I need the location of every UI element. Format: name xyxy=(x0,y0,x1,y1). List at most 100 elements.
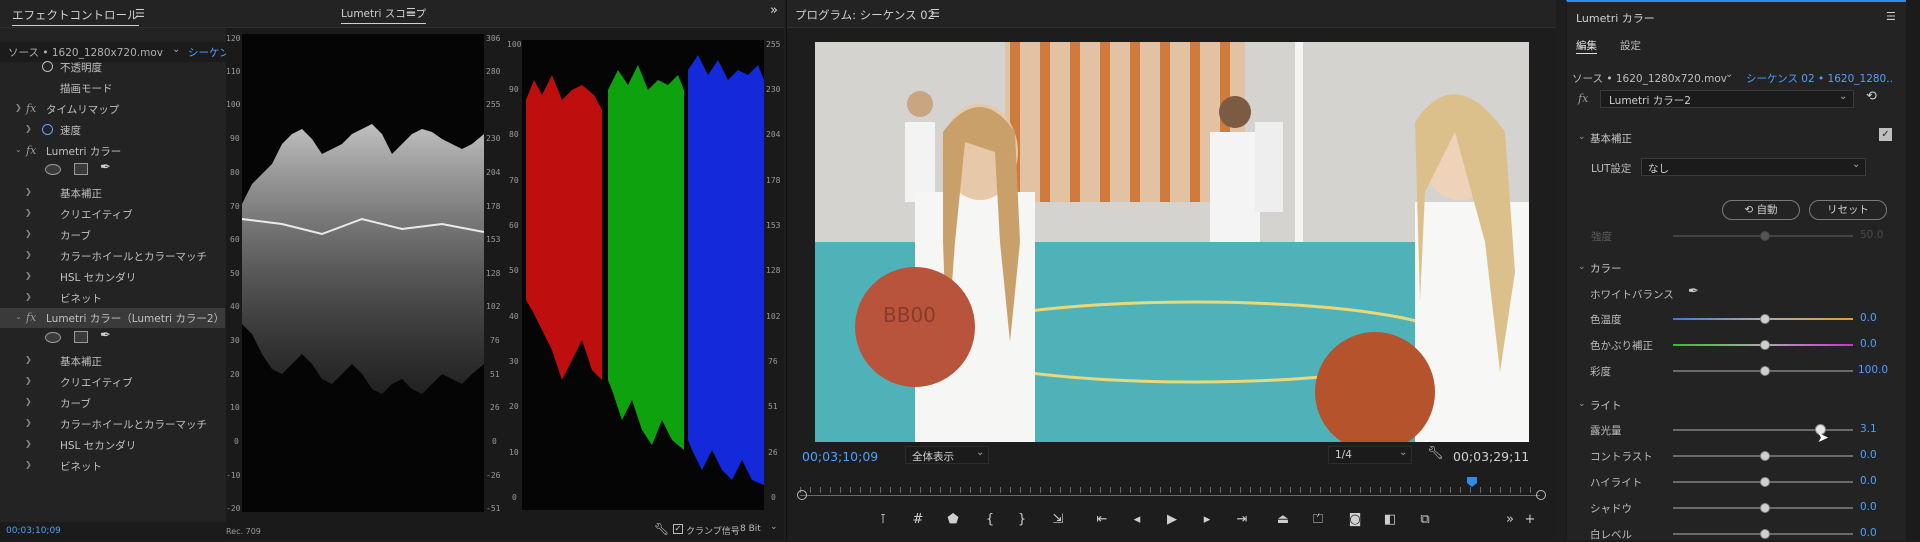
step-forward-icon[interactable]: ▸ xyxy=(1197,512,1217,527)
marker-insert-icon[interactable]: ⊺ xyxy=(873,512,893,527)
whites-value[interactable]: 0.0 xyxy=(1860,527,1877,539)
bit-depth-select[interactable]: 8 Bit xyxy=(740,524,761,534)
chevron-right-icon[interactable]: ❯ xyxy=(25,397,32,406)
add-button-icon[interactable]: + xyxy=(1520,512,1540,527)
contrast-value[interactable]: 0.0 xyxy=(1860,449,1877,461)
exposure-value[interactable]: 3.1 xyxy=(1860,423,1877,435)
shadows-value[interactable]: 0.0 xyxy=(1860,501,1877,513)
add-marker-icon[interactable]: ⬟ xyxy=(943,512,963,527)
color-section-title[interactable]: カラー xyxy=(1590,261,1622,276)
ellipse-mask-icon[interactable] xyxy=(45,164,61,175)
chevron-right-icon[interactable]: ❯ xyxy=(25,229,32,238)
resolution-select[interactable]: 1/4 ⌄ xyxy=(1328,446,1412,464)
more-buttons-icon[interactable]: » xyxy=(1500,512,1520,527)
ec-row-speed[interactable]: ❯ 速度 xyxy=(0,120,225,140)
chevron-down-icon[interactable]: ⌄ xyxy=(1578,399,1586,409)
panel-expand-icon[interactable]: » xyxy=(770,3,778,18)
chevron-right-icon[interactable]: ❯ xyxy=(25,187,32,196)
ec-row-wheels[interactable]: ❯ カラーホイールとカラーマッチ xyxy=(0,414,225,434)
stopwatch-icon[interactable] xyxy=(42,124,53,135)
chevron-down-icon[interactable]: ⌄ xyxy=(15,145,22,154)
lut-select[interactable]: なし ⌄ xyxy=(1641,158,1866,176)
tab-edit[interactable]: 編集 xyxy=(1576,38,1597,54)
panel-menu-icon[interactable]: ☰ xyxy=(135,7,145,20)
program-ruler[interactable] xyxy=(800,495,1540,496)
wrench-icon[interactable]: 🔧︎ xyxy=(1427,446,1444,461)
ec-row-curves[interactable]: ❯ カーブ xyxy=(0,225,225,245)
go-to-out-icon[interactable]: ⇥ xyxy=(1232,512,1252,527)
ec-row-time-remap[interactable]: ❯ fx タイムリマップ xyxy=(0,99,225,119)
chevron-down-icon[interactable]: ⌄ xyxy=(1578,262,1586,272)
tint-value[interactable]: 0.0 xyxy=(1860,338,1877,350)
tint-thumb[interactable] xyxy=(1760,340,1770,350)
temperature-value[interactable]: 0.0 xyxy=(1860,312,1877,324)
temperature-thumb[interactable] xyxy=(1760,314,1770,324)
ec-row-vignette[interactable]: ❯ ビネット xyxy=(0,288,225,308)
fit-select[interactable]: 全体表示 ⌄ xyxy=(905,446,989,464)
right-scrollbar[interactable] xyxy=(1906,0,1920,540)
saturation-value[interactable]: 100.0 xyxy=(1858,364,1888,376)
ec-row-vignette[interactable]: ❯ ビネット xyxy=(0,456,225,476)
ec-row-basic[interactable]: ❯ 基本補正 xyxy=(0,183,225,203)
chevron-right-icon[interactable]: ❯ xyxy=(25,460,32,469)
auto-button[interactable]: ⟲ 自動 xyxy=(1722,200,1800,220)
panel-menu-icon[interactable]: ☰ xyxy=(406,6,416,19)
chevron-right-icon[interactable]: ❯ xyxy=(25,376,32,385)
contrast-thumb[interactable] xyxy=(1760,451,1770,461)
fx-icon[interactable]: fx xyxy=(26,144,36,157)
tab-effect-controls[interactable]: エフェクトコントロール xyxy=(12,7,139,26)
safe-margin-icon[interactable]: # xyxy=(908,512,928,527)
lumetri-title[interactable]: Lumetri カラー xyxy=(1576,10,1655,26)
fx-icon[interactable]: fx xyxy=(26,102,36,115)
extract-icon[interactable]: ⏍ xyxy=(1308,512,1328,527)
camera-icon[interactable]: ◙ xyxy=(1345,512,1365,527)
chevron-down-icon[interactable]: ⌄ xyxy=(770,522,778,532)
chevron-right-icon[interactable]: ❯ xyxy=(25,418,32,427)
program-title[interactable]: プログラム: シーケンス 02 xyxy=(795,7,935,23)
highlights-thumb[interactable] xyxy=(1760,477,1770,487)
basic-enable-checkbox[interactable]: ✓ xyxy=(1879,128,1892,141)
ec-row-hsl[interactable]: ❯ HSL セカンダリ xyxy=(0,267,225,287)
multicam-icon[interactable]: ⧉ xyxy=(1415,512,1435,527)
reset-button[interactable]: リセット xyxy=(1809,200,1887,220)
comparison-view-icon[interactable]: ◧ xyxy=(1380,512,1400,527)
ec-row-lumetri-1[interactable]: ⌄ fx Lumetri カラー xyxy=(0,141,225,161)
scope-standard-label[interactable]: Rec. 709 xyxy=(226,527,261,536)
pen-mask-icon[interactable]: ✒ xyxy=(100,160,111,175)
chevron-right-icon[interactable]: ❯ xyxy=(25,439,32,448)
rectangle-mask-icon[interactable] xyxy=(74,163,88,175)
mark-in-icon[interactable]: { xyxy=(980,512,1000,527)
chevron-down-icon[interactable]: ⌄ xyxy=(172,44,180,55)
chevron-down-icon[interactable]: ⌄ xyxy=(15,312,22,321)
ec-row-lumetri-2[interactable]: ⌄ fx Lumetri カラー（Lumetri カラー2） xyxy=(0,308,225,328)
intensity-value[interactable]: 50.0 xyxy=(1860,229,1883,241)
eyedropper-icon[interactable]: ✒ xyxy=(1688,284,1699,299)
ec-row-creative[interactable]: ❯ クリエイティブ xyxy=(0,204,225,224)
ec-row-creative[interactable]: ❯ クリエイティブ xyxy=(0,372,225,392)
chevron-right-icon[interactable]: ❯ xyxy=(25,208,32,217)
ec-row-hsl[interactable]: ❯ HSL セカンダリ xyxy=(0,435,225,455)
play-icon[interactable]: ▶ xyxy=(1162,512,1182,527)
program-video-frame[interactable]: BB00 xyxy=(815,42,1529,442)
chevron-down-icon[interactable]: ⌄ xyxy=(1725,69,1733,80)
chevron-right-icon[interactable]: ❯ xyxy=(25,271,32,280)
effect-select[interactable]: Lumetri カラー2 ⌄ xyxy=(1600,90,1854,108)
export-icon[interactable]: ⇲ xyxy=(1048,512,1068,527)
light-section-title[interactable]: ライト xyxy=(1590,398,1622,413)
fx-icon[interactable]: fx xyxy=(26,311,36,324)
wrench-icon[interactable]: 🔧︎ xyxy=(654,522,669,536)
chevron-right-icon[interactable]: ❯ xyxy=(25,250,32,259)
ec-row-curves[interactable]: ❯ カーブ xyxy=(0,393,225,413)
chevron-right-icon[interactable]: ❯ xyxy=(25,355,32,364)
pen-mask-icon[interactable]: ✒ xyxy=(100,328,111,343)
ec-row-blend-mode[interactable]: 描画モード xyxy=(0,78,225,98)
chevron-right-icon[interactable]: ❯ xyxy=(25,124,32,133)
out-point-handle[interactable] xyxy=(1536,490,1546,500)
chevron-right-icon[interactable]: ❯ xyxy=(25,292,32,301)
panel-menu-icon[interactable]: ☰ xyxy=(930,7,940,20)
intensity-thumb[interactable] xyxy=(1760,231,1770,241)
ec-row-opacity[interactable]: 不透明度 xyxy=(0,57,225,77)
lift-icon[interactable]: ⏏ xyxy=(1273,512,1293,527)
stopwatch-icon[interactable] xyxy=(42,61,53,72)
ec-row-basic[interactable]: ❯ 基本補正 xyxy=(0,351,225,371)
